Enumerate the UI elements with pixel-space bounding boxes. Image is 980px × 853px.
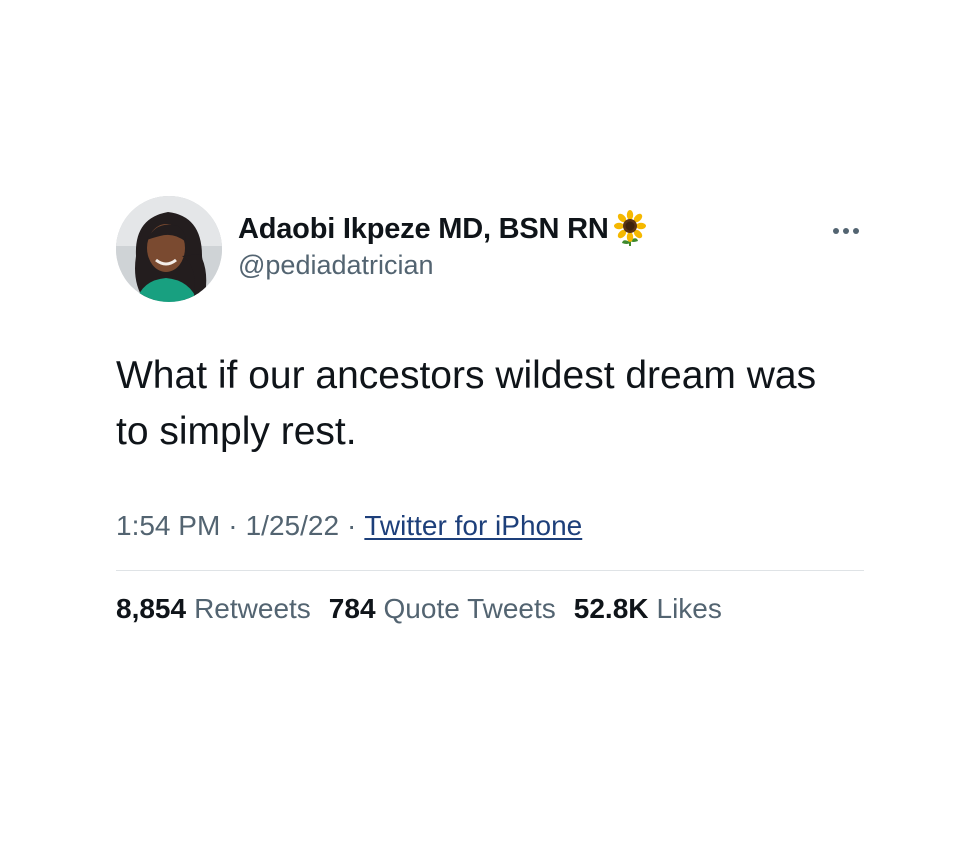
quote-tweets-label: Quote Tweets — [383, 593, 556, 624]
retweets-stat[interactable]: 8,854 Retweets — [116, 593, 311, 625]
divider — [116, 570, 864, 571]
tweet-card: Adaobi Ikpeze MD, BSN RN @pediadatrician… — [116, 196, 864, 625]
display-name-row[interactable]: Adaobi Ikpeze MD, BSN RN — [238, 210, 647, 248]
separator: · — [347, 510, 357, 541]
tweet-text: What if our ancestors wildest dream was … — [116, 354, 817, 453]
quote-tweets-stat[interactable]: 784 Quote Tweets — [329, 593, 556, 625]
tweet-stats: 8,854 Retweets 784 Quote Tweets 52.8K Likes — [116, 593, 864, 625]
quote-tweets-count: 784 — [328, 593, 376, 624]
display-name[interactable]: Adaobi Ikpeze MD, BSN RN — [238, 213, 609, 246]
likes-count: 52.8K — [573, 593, 649, 624]
tweet-source-link[interactable]: Twitter for iPhone — [364, 510, 582, 542]
avatar[interactable] — [116, 196, 222, 302]
author-handle[interactable]: @pediadatrician — [238, 250, 647, 281]
sunflower-icon — [613, 210, 647, 248]
likes-label: Likes — [656, 593, 722, 624]
separator: · — [228, 510, 238, 541]
tweet-metadata: 1:54 PM · 1/25/22 · Twitter for iPhone — [116, 510, 864, 542]
tweet-date[interactable]: 1/25/22 — [246, 510, 339, 542]
retweets-label: Retweets — [194, 593, 311, 624]
author-info: Adaobi Ikpeze MD, BSN RN @pediadatrician — [238, 210, 647, 281]
tweet-header: Adaobi Ikpeze MD, BSN RN @pediadatrician — [116, 196, 864, 304]
retweets-count: 8,854 — [116, 593, 187, 624]
more-horizontal-icon[interactable] — [832, 224, 860, 236]
likes-stat[interactable]: 52.8K Likes — [574, 593, 722, 625]
tweet-time[interactable]: 1:54 PM — [116, 510, 220, 542]
avatar-photo — [116, 196, 222, 302]
